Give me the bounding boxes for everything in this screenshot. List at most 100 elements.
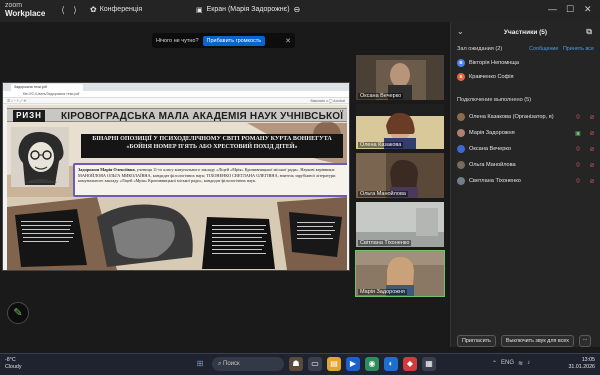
- search-box[interactable]: ⌕ Поиск: [212, 357, 284, 371]
- slide-banner: РИЗН КІРОВОГРАДСЬКА МАЛА АКАДЕМІЯ НАУК У…: [7, 108, 347, 122]
- connected-header[interactable]: Подключение выполнено (5): [457, 97, 531, 103]
- minimize-icon[interactable]: —: [548, 4, 557, 14]
- author-name: Задорожня Марія Олексіївна: [78, 167, 135, 172]
- camera-off-icon[interactable]: ⊘: [587, 146, 597, 153]
- browser-tab[interactable]: Задорожна тези.pdf: [11, 84, 83, 91]
- search-placeholder: Поиск: [223, 361, 240, 367]
- popout-icon[interactable]: ⧉: [586, 27, 592, 37]
- file-explorer-icon[interactable]: ▤: [327, 357, 341, 371]
- portrait-drawing: [11, 127, 69, 187]
- pdf-toolbar-tools[interactable]: ☰ ⌕ − + ⤢ ⟲: [7, 99, 26, 103]
- wifi-icon[interactable]: ≋: [518, 360, 523, 367]
- participants-header: ⌄ Участники (5) ⧉: [451, 22, 600, 42]
- shared-screen-tab[interactable]: ▣ Екран (Марія Задорожнє) ⊖: [196, 5, 300, 14]
- invite-button[interactable]: Пригласить: [457, 335, 496, 347]
- logo-line2: Workplace: [5, 9, 46, 18]
- close-icon[interactable]: ✕: [584, 4, 592, 15]
- participants-panel: ⌄ Участники (5) ⧉ Зал ожидания (2) Сообщ…: [450, 22, 600, 347]
- avatar: [457, 177, 465, 185]
- clock-date: 31.01.2026: [568, 364, 595, 370]
- camera-off-icon[interactable]: ⊘: [587, 178, 597, 185]
- more-options-icon[interactable]: ⊖: [294, 5, 301, 14]
- video-tile-1-name: Оксана Вечерко: [358, 93, 404, 99]
- avatar: [457, 113, 465, 121]
- connected-participant[interactable]: Олена Казакова (Організатор, я) ⦸ ⊘: [457, 111, 597, 123]
- browser-tab-bar: Задорожна тези.pdf: [3, 83, 349, 91]
- maximize-icon[interactable]: ☐: [566, 4, 574, 15]
- pdf-toolbar-right[interactable]: Виконати з ◯ Acrobat: [310, 99, 345, 103]
- camera-off-icon[interactable]: ⊘: [587, 114, 597, 121]
- audio-notification: Нічого не чутно? Прибавить громкость ✕: [152, 33, 295, 48]
- collapse-icon[interactable]: ⌄: [457, 27, 464, 36]
- system-tray: ⌃ ENG ≋ ♪: [492, 360, 530, 367]
- chevron-up-icon[interactable]: ⌃: [492, 360, 497, 367]
- connected-participant[interactable]: Ольга Манойлова ⦸ ⊘: [457, 159, 597, 171]
- avatar: [457, 145, 465, 153]
- notification-question: Нічого не чутно?: [156, 37, 199, 44]
- zoom-taskbar-icon[interactable]: ▶: [346, 357, 360, 371]
- mic-muted-icon[interactable]: ⦸: [573, 162, 583, 169]
- camera-off-icon[interactable]: ⊘: [587, 162, 597, 169]
- browser-address-bar[interactable]: file:///C:/Users/Задорожна тези.pdf: [3, 91, 349, 98]
- weather-widget[interactable]: -8°C Cloudy: [5, 357, 22, 371]
- waiting-participant[interactable]: К Кравченко Софія: [457, 71, 597, 83]
- academy-logo: РИЗН: [13, 110, 45, 122]
- windows-taskbar: -8°C Cloudy ⊞ ⌕ Поиск ☗ ▭ ▤ ▶ ◉ ◐ ◆ ▦ ⌃ …: [0, 353, 600, 375]
- clock-time: 13:05: [581, 357, 595, 363]
- slide-collage: [7, 197, 347, 270]
- back-icon[interactable]: ⟨: [58, 5, 68, 15]
- more-button[interactable]: ...: [578, 335, 591, 347]
- video-tile-3[interactable]: Ольга Манойлова: [356, 153, 444, 198]
- annotate-pen-icon[interactable]: ✎: [7, 302, 29, 324]
- edge-icon[interactable]: ◐: [384, 357, 398, 371]
- participant-name: Марія Задорожня: [469, 130, 515, 136]
- start-icon[interactable]: ⊞: [193, 357, 207, 371]
- volume-icon[interactable]: ♪: [527, 360, 530, 367]
- store-icon[interactable]: ▦: [422, 357, 436, 371]
- task-view-icon[interactable]: ▭: [308, 357, 322, 371]
- camera-off-icon[interactable]: ⊘: [587, 130, 597, 137]
- office-icon[interactable]: ◆: [403, 357, 417, 371]
- weather-temperature: -8°C: [5, 357, 16, 363]
- connected-participant[interactable]: Марія Задорожня ▣ ⊘: [457, 127, 597, 139]
- avatar: К: [457, 73, 465, 81]
- waiting-room-header[interactable]: Зал ожидания (2): [457, 46, 502, 52]
- screen-share-icon: ▣: [575, 130, 581, 137]
- video-tile-2[interactable]: Олена Казакова: [356, 104, 444, 149]
- mic-muted-icon[interactable]: ⦸: [573, 114, 583, 121]
- forward-icon[interactable]: ⟩: [70, 5, 80, 15]
- connected-participant[interactable]: Оксана Вечерко ⦸ ⊘: [457, 143, 597, 155]
- participant-name: Олена Казакова (Організатор, я): [469, 114, 554, 120]
- mic-muted-icon[interactable]: ⦸: [573, 178, 583, 185]
- language-indicator[interactable]: ENG: [501, 360, 514, 367]
- clock[interactable]: 13:05 31.01.2026: [568, 357, 595, 371]
- academy-title: КІРОВОГРАДСЬКА МАЛА АКАДЕМІЯ НАУК УЧНІВС…: [61, 111, 347, 122]
- weather-condition: Cloudy: [5, 364, 22, 370]
- avatar: [457, 161, 465, 169]
- increase-volume-button[interactable]: Прибавить громкость: [202, 35, 266, 46]
- participant-name: Ольга Манойлова: [469, 162, 516, 168]
- screen-icon: ▣: [196, 6, 203, 14]
- video-tile-2-name: Олена Казакова: [358, 142, 404, 148]
- video-tile-5-name: Марія Задорожня: [358, 289, 407, 295]
- author-info: Задорожня Марія Олексіївна, учениця 11-г…: [73, 163, 347, 197]
- shared-screen: Задорожна тези.pdf file:///C:/Users/Задо…: [2, 82, 350, 271]
- waiting-participant[interactable]: В Вікторія Непомнща: [457, 57, 597, 69]
- author-portrait: [11, 127, 69, 187]
- notification-close-icon[interactable]: ✕: [285, 37, 291, 45]
- waiting-room-actions: Сообщение Принять все: [529, 46, 594, 52]
- widgets-icon[interactable]: ☗: [289, 357, 303, 371]
- mic-muted-icon[interactable]: ⦸: [573, 146, 583, 153]
- message-link[interactable]: Сообщение: [529, 46, 558, 52]
- admit-all-link[interactable]: Принять все: [563, 46, 594, 52]
- participant-name: Светлана Тіхоненко: [469, 178, 521, 184]
- chrome-icon[interactable]: ◉: [365, 357, 379, 371]
- connected-participant[interactable]: Светлана Тіхоненко ⦸ ⊘: [457, 175, 597, 187]
- video-tile-1[interactable]: Оксана Вечерко: [356, 55, 444, 100]
- conference-button[interactable]: ✿ Конференція: [90, 5, 142, 14]
- video-tile-5[interactable]: Марія Задорожня: [355, 250, 445, 297]
- mute-all-button[interactable]: Выключить звук для всех: [500, 335, 574, 347]
- thesis-title: БІНАРНІ ОПОЗИЦІЇ У ПСИХОДЕЛІЧНОМУ СВІТІ …: [81, 134, 343, 158]
- video-tile-4[interactable]: Світлана Тіхоненко: [356, 202, 444, 247]
- participant-name: Оксана Вечерко: [469, 146, 511, 152]
